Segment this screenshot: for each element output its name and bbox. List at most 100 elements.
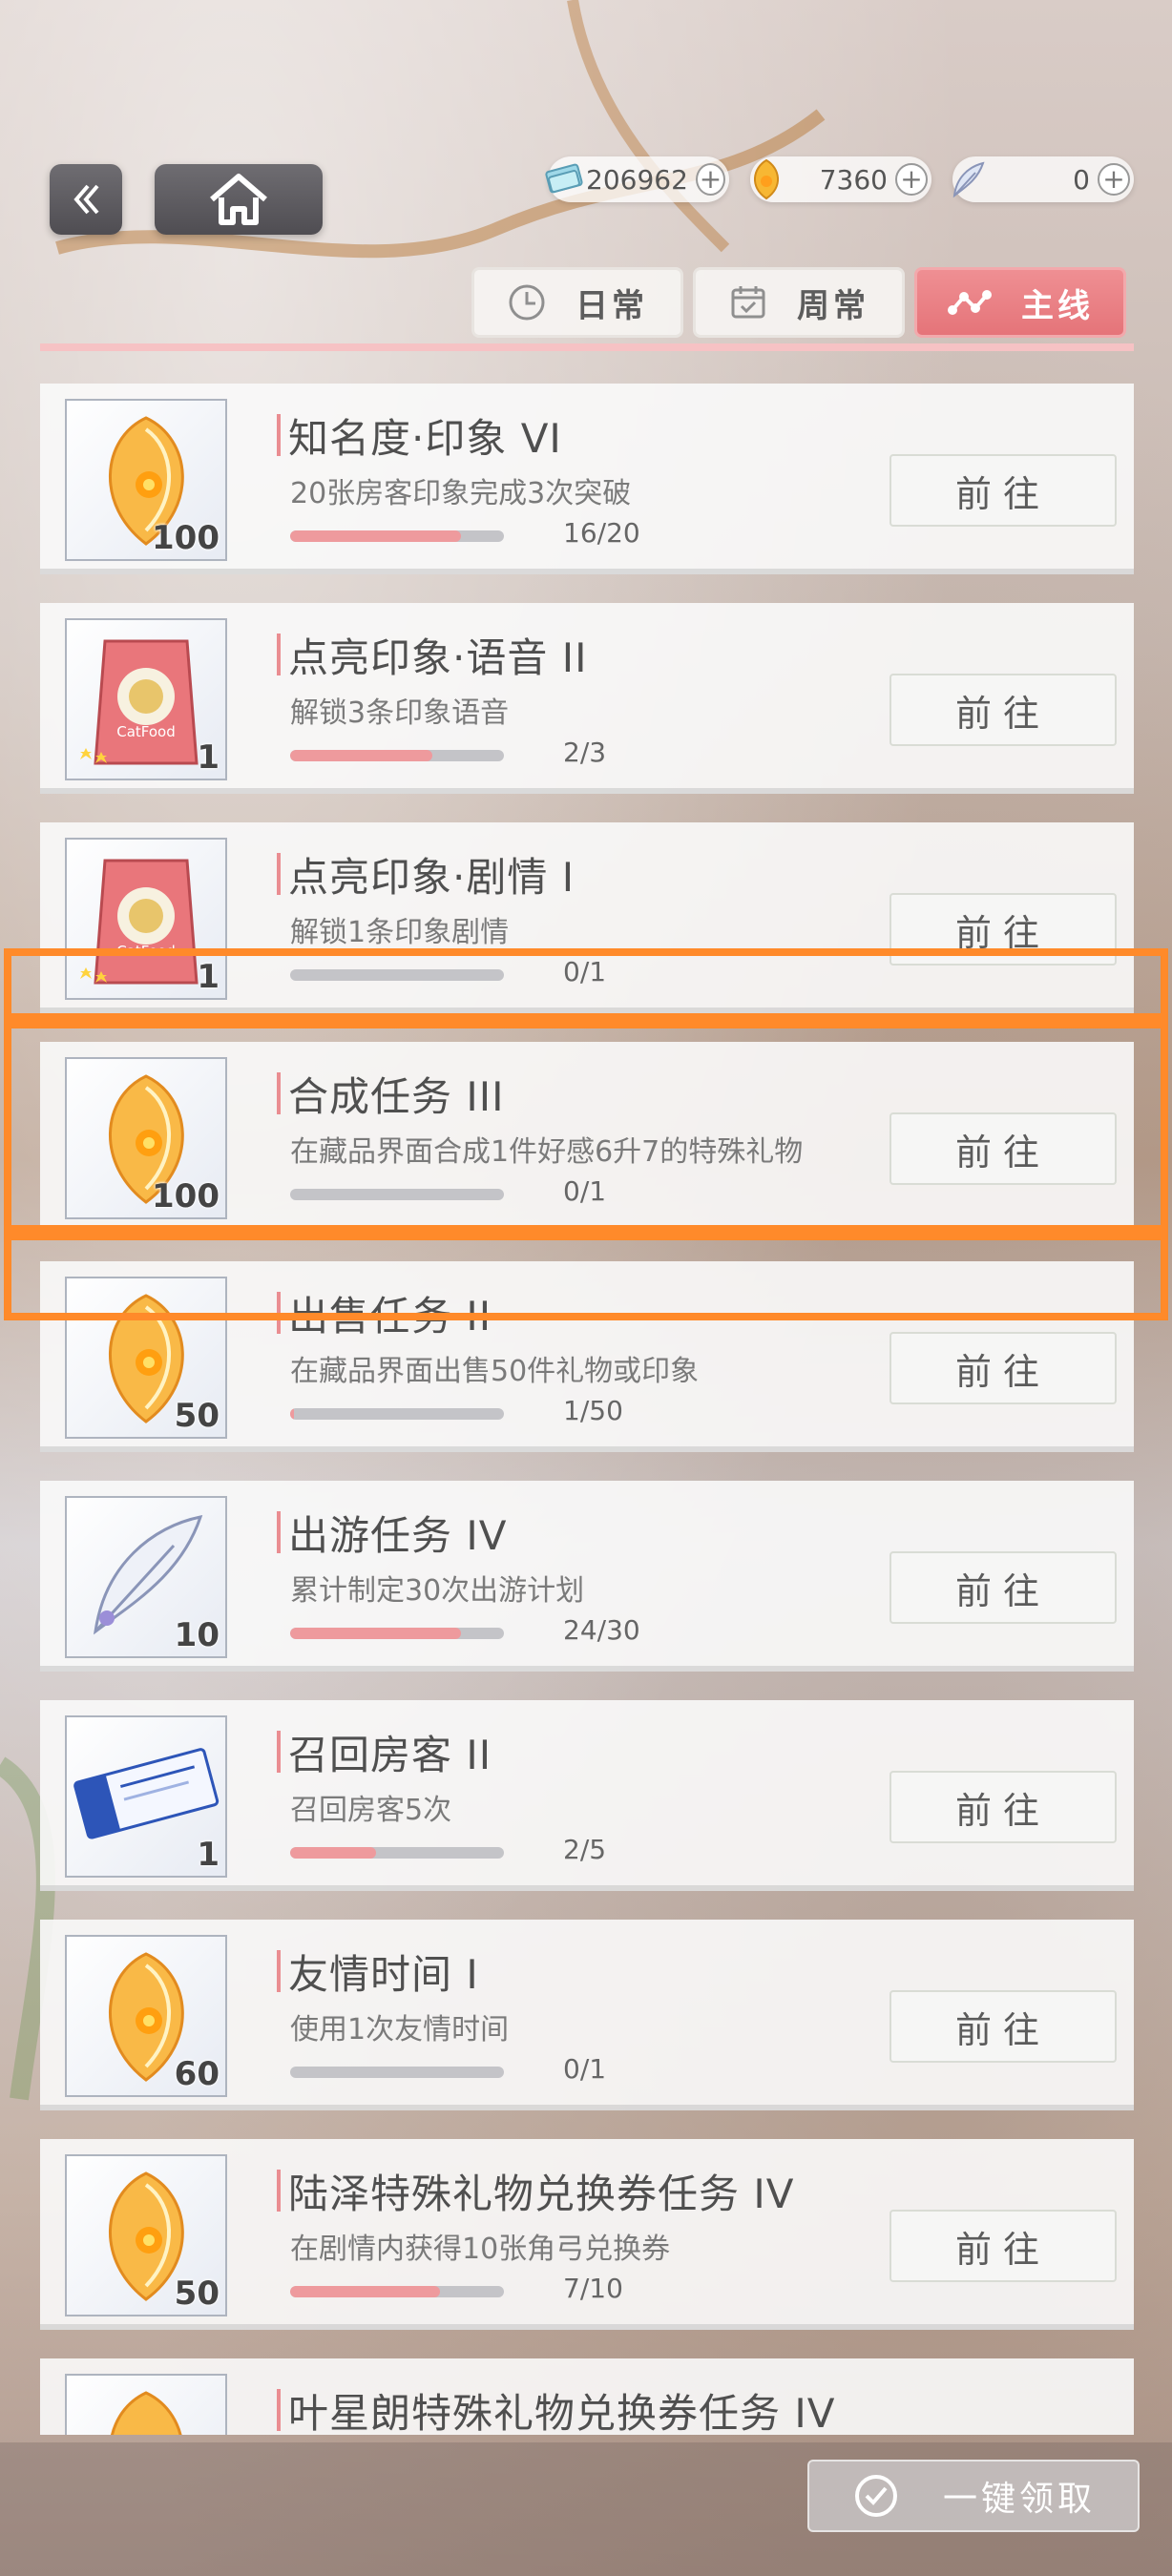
task-title: 合成任务 III <box>288 1073 505 1120</box>
reward-slot[interactable]: 10 <box>65 1496 227 1658</box>
go-button[interactable]: 前往 <box>889 2210 1117 2282</box>
reward-quantity: 50 <box>174 2275 220 2313</box>
title-accent-bar <box>277 1292 281 1334</box>
tab-main-story[interactable]: 主线 <box>914 267 1126 338</box>
go-button[interactable]: 前往 <box>889 1112 1117 1185</box>
task-description: 在藏品界面合成1件好感6升7的特殊礼物 <box>290 1135 804 1169</box>
task-row: 1 召回房客 II 召回房客5次 2/5 前往 <box>40 1700 1134 1891</box>
tab-label: 主线 <box>1021 286 1094 325</box>
task-row: 60 友情时间 I 使用1次友情时间 0/1 前往 <box>40 1920 1134 2110</box>
home-button[interactable] <box>155 164 323 235</box>
reward-slot[interactable] <box>65 2374 227 2435</box>
go-button[interactable]: 前往 <box>889 1551 1117 1624</box>
reward-slot[interactable]: CatFood 1 <box>65 838 227 1000</box>
reward-quantity: 60 <box>174 2055 220 2093</box>
back-button[interactable] <box>50 164 122 235</box>
reward-slot[interactable]: 1 <box>65 1715 227 1878</box>
task-row: CatFood 1 点亮印象·剧情 I 解锁1条印象剧情 0/1 前往 <box>40 822 1134 1013</box>
go-button[interactable]: 前往 <box>889 1990 1117 2063</box>
reward-slot[interactable]: 50 <box>65 2154 227 2316</box>
title-accent-bar <box>277 2170 281 2212</box>
task-row: 叶星朗特殊礼物兑换券任务 IV <box>40 2358 1134 2435</box>
progress-text: 7/10 <box>563 2273 623 2304</box>
task-title: 知名度·印象 VI <box>288 415 562 462</box>
task-list[interactable]: 100 知名度·印象 VI 20张房客印象完成3次突破 16/20 前往 Cat… <box>40 345 1134 2435</box>
feather-icon <box>947 157 991 201</box>
claim-all-button[interactable]: 一键领取 <box>807 2460 1140 2532</box>
task-title: 点亮印象·语音 II <box>288 634 588 681</box>
progress-text: 1/50 <box>563 1395 623 1426</box>
gift-crystal-icon <box>744 157 788 201</box>
task-title: 出游任务 IV <box>288 1512 508 1559</box>
reward-quantity: 100 <box>152 519 220 557</box>
progress-bar <box>290 1847 504 1859</box>
progress-bar <box>290 1408 504 1420</box>
go-button[interactable]: 前往 <box>889 1771 1117 1843</box>
title-accent-bar <box>277 1072 281 1114</box>
reward-quantity: 100 <box>152 1177 220 1215</box>
task-row: CatFood 1 点亮印象·语音 II 解锁3条印象语音 2/3 前往 <box>40 603 1134 794</box>
progress-fill <box>290 750 433 761</box>
go-button[interactable]: 前往 <box>889 454 1117 527</box>
currency-feather: 0 + <box>952 156 1134 202</box>
reward-slot[interactable]: 50 <box>65 1277 227 1439</box>
clock-icon <box>509 284 545 321</box>
title-accent-bar <box>277 2389 281 2431</box>
task-row: 100 知名度·印象 VI 20张房客印象完成3次突破 16/20 前往 <box>40 384 1134 574</box>
path-nodes-icon <box>948 290 992 315</box>
add-currency-button[interactable]: + <box>1098 163 1130 196</box>
task-description: 召回房客5次 <box>290 1794 452 1827</box>
svg-text:CatFood: CatFood <box>116 723 176 740</box>
progress-bar <box>290 2067 504 2078</box>
progress-fill <box>290 530 462 542</box>
check-circle-icon <box>855 2475 897 2517</box>
home-icon <box>210 174 267 225</box>
go-button[interactable]: 前往 <box>889 674 1117 746</box>
go-button[interactable]: 前往 <box>889 1332 1117 1404</box>
task-title: 出售任务 II <box>288 1293 492 1340</box>
task-title: 友情时间 I <box>288 1951 479 1998</box>
task-row: 50 陆泽特殊礼物兑换券任务 IV 在剧情内获得10张角弓兑换券 7/10 前往 <box>40 2139 1134 2330</box>
reward-slot[interactable]: 100 <box>65 399 227 561</box>
progress-fill <box>290 1628 462 1639</box>
tab-weekly[interactable]: 周常 <box>693 267 905 338</box>
reward-quantity: 1 <box>197 958 220 996</box>
progress-fill <box>290 1408 295 1420</box>
reward-quantity: 10 <box>174 1616 220 1654</box>
title-accent-bar <box>277 1511 281 1553</box>
reward-slot[interactable]: CatFood 1 <box>65 618 227 780</box>
go-button[interactable]: 前往 <box>889 893 1117 966</box>
currency-value: 7360 <box>819 163 888 196</box>
progress-bar <box>290 1189 504 1200</box>
progress-text: 24/30 <box>563 1614 640 1646</box>
progress-bar <box>290 1628 504 1639</box>
reward-quantity: 1 <box>197 738 220 777</box>
progress-bar <box>290 969 504 981</box>
title-accent-bar <box>277 1731 281 1773</box>
add-currency-button[interactable]: + <box>695 163 725 196</box>
task-tabs: 日常 周常 主线 <box>471 267 1126 338</box>
task-title: 陆泽特殊礼物兑换券任务 IV <box>288 2171 795 2217</box>
task-row: 100 合成任务 III 在藏品界面合成1件好感6升7的特殊礼物 0/1 前往 <box>40 1042 1134 1233</box>
add-currency-button[interactable]: + <box>895 163 928 196</box>
currency-cash: 206962 + <box>545 156 729 202</box>
progress-bar <box>290 2286 504 2297</box>
currency-value: 0 <box>1073 163 1090 196</box>
task-row: 50 出售任务 II 在藏品界面出售50件礼物或印象 1/50 前往 <box>40 1261 1134 1452</box>
progress-fill <box>290 1847 376 1859</box>
task-row: 10 出游任务 IV 累计制定30次出游计划 24/30 前往 <box>40 1481 1134 1672</box>
title-accent-bar <box>277 1950 281 1992</box>
progress-text: 16/20 <box>563 517 640 549</box>
reward-slot[interactable]: 60 <box>65 1935 227 2097</box>
title-accent-bar <box>277 853 281 895</box>
progress-text: 0/1 <box>563 2053 607 2085</box>
crystal-icon <box>111 2391 182 2435</box>
cash-stack-icon <box>542 157 586 201</box>
task-title: 点亮印象·剧情 I <box>288 854 576 901</box>
title-accent-bar <box>277 634 281 675</box>
reward-slot[interactable]: 100 <box>65 1057 227 1219</box>
svg-text:CatFood: CatFood <box>116 943 176 960</box>
tab-daily[interactable]: 日常 <box>471 267 683 338</box>
progress-text: 0/1 <box>563 956 607 987</box>
double-chevron-left-icon <box>73 184 99 215</box>
